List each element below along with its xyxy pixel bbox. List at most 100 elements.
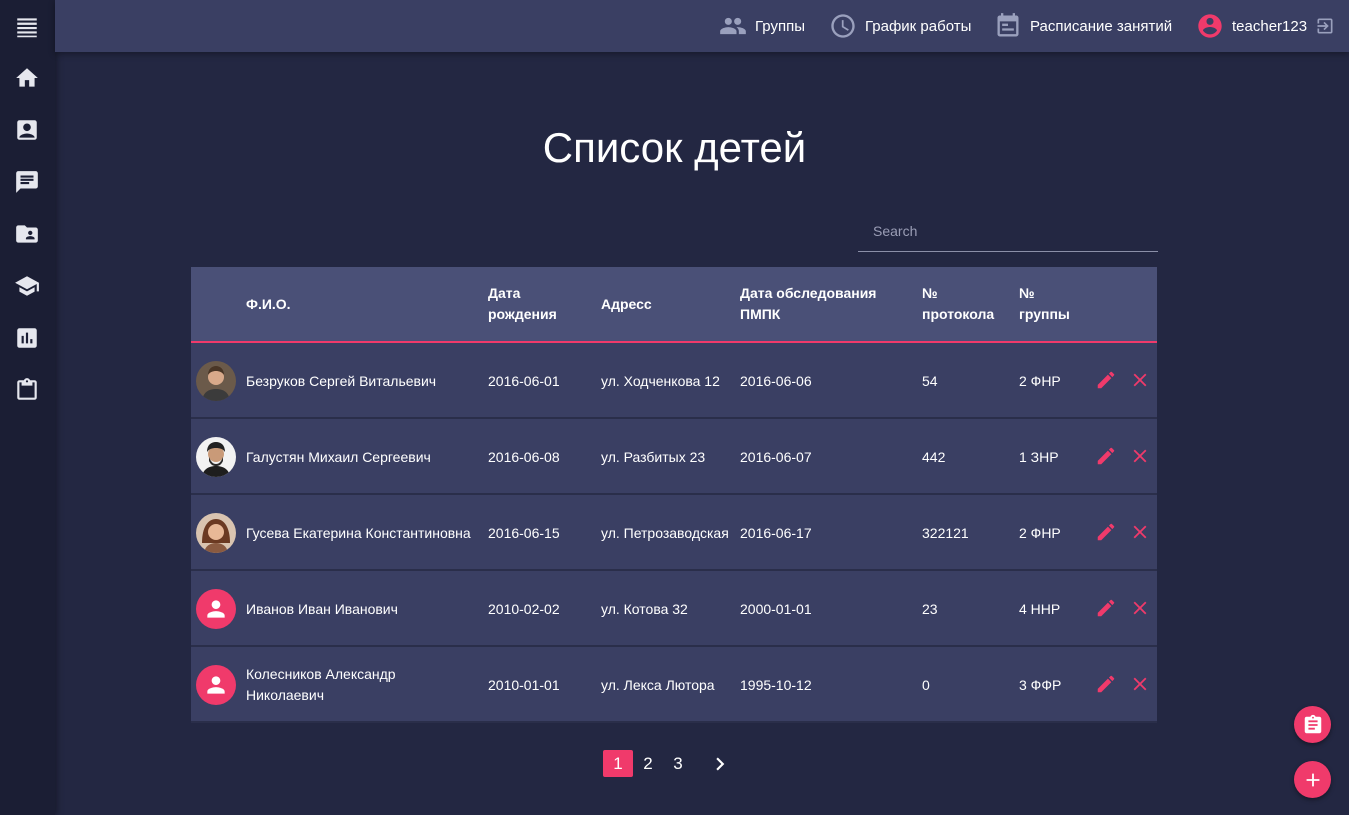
cell-dob: 2010-02-02: [488, 600, 560, 617]
page-title: Список детей: [542, 124, 807, 171]
delete-button[interactable]: [1128, 368, 1152, 392]
table-row[interactable]: Иванов Иван Иванович 2010-02-02 ул. Кото…: [191, 571, 1157, 647]
chat-icon[interactable]: [14, 169, 40, 195]
cell-exam-date: 2016-06-17: [740, 524, 812, 541]
cell-dob: 2016-06-08: [488, 448, 560, 465]
cell-fio: Безруков Сергей Витальевич: [246, 372, 437, 389]
close-icon: [1133, 373, 1147, 387]
pencil-icon: [1097, 371, 1115, 389]
bar-chart-icon[interactable]: [14, 325, 40, 351]
cell-fio: Гусева Екатерина Константиновна: [246, 524, 471, 541]
cell-protocol: 442: [922, 448, 946, 465]
cell-address: ул. Петрозаводская: [601, 524, 729, 541]
cell-address: ул. Котова 32: [601, 600, 688, 617]
delete-button[interactable]: [1128, 520, 1152, 544]
pencil-icon: [1097, 523, 1115, 541]
cell-exam-date: 2016-06-06: [740, 372, 812, 389]
clock-icon: [831, 14, 855, 38]
graduation-cap-icon[interactable]: [14, 273, 40, 299]
pencil-icon: [1097, 599, 1115, 617]
edit-button[interactable]: [1094, 368, 1118, 392]
table-row[interactable]: Галустян Михаил Сергеевич 2016-06-08 ул.…: [191, 419, 1157, 495]
cell-exam-date: 2016-06-07: [740, 448, 812, 465]
nav-groups-label: Группы: [755, 17, 805, 35]
header-protocol[interactable]: № протокола: [922, 267, 1012, 341]
add-child-fab-button[interactable]: [1294, 761, 1331, 798]
cell-address: ул. Разбитых 23: [601, 448, 706, 465]
account-circle-icon: [1198, 14, 1222, 38]
pencil-icon: [1097, 447, 1115, 465]
plus-icon: [1306, 773, 1319, 786]
person-icon: [207, 600, 225, 618]
sidebar: [0, 0, 55, 815]
cell-exam-date: 1995-10-12: [740, 676, 812, 693]
next-page-button[interactable]: [705, 750, 735, 777]
avatar: [196, 437, 236, 477]
nav-work-schedule-label: График работы: [865, 17, 972, 35]
clipboard-icon: [1304, 714, 1321, 733]
children-table: Ф.И.О. Дата рождения Адресс Дата обследо…: [191, 267, 1157, 723]
table-row[interactable]: Гусева Екатерина Константиновна 2016-06-…: [191, 495, 1157, 571]
page-2-button[interactable]: 2: [633, 750, 663, 777]
cell-protocol: 322121: [922, 524, 969, 541]
table-row[interactable]: Безруков Сергей Витальевич 2016-06-01 ул…: [191, 343, 1157, 419]
avatar: [196, 513, 236, 553]
folder-user-icon[interactable]: [14, 221, 40, 247]
page-3-button[interactable]: 3: [663, 750, 693, 777]
cell-dob: 2010-01-01: [488, 676, 560, 693]
header-group[interactable]: № группы: [1019, 267, 1089, 341]
header-dob[interactable]: Дата рождения: [488, 267, 588, 341]
nav-groups[interactable]: Группы: [719, 0, 805, 52]
header-fio[interactable]: Ф.И.О.: [246, 267, 476, 341]
menu-icon[interactable]: [14, 14, 40, 40]
cell-protocol: 23: [922, 600, 938, 617]
cell-group: 3 ФФР: [1019, 676, 1062, 693]
cell-dob: 2016-06-15: [488, 524, 560, 541]
delete-button[interactable]: [1128, 596, 1152, 620]
avatar: [196, 589, 236, 629]
nav-class-schedule[interactable]: Расписание занятий: [994, 0, 1172, 52]
cell-fio: Иванов Иван Иванович: [246, 600, 398, 617]
header-exam-date[interactable]: Дата обследования ПМПК: [740, 267, 910, 341]
edit-button[interactable]: [1094, 596, 1118, 620]
edit-button[interactable]: [1094, 672, 1118, 696]
calendar-icon: [997, 13, 1019, 37]
logout-icon[interactable]: [1315, 16, 1335, 36]
page-1-button[interactable]: 1: [603, 750, 633, 777]
cell-exam-date: 2000-01-01: [740, 600, 812, 617]
home-icon[interactable]: [14, 65, 40, 91]
close-icon: [1133, 601, 1147, 615]
close-icon: [1133, 525, 1147, 539]
cell-fio: Галустян Михаил Сергеевич: [246, 448, 431, 465]
cell-group: 4 ННР: [1019, 600, 1061, 617]
search-input[interactable]: [858, 210, 1158, 251]
table-header: Ф.И.О. Дата рождения Адресс Дата обследо…: [191, 267, 1157, 343]
nav-user[interactable]: teacher123: [1196, 0, 1335, 52]
cell-address: ул. Лекса Лютора: [601, 676, 715, 693]
nav-username: teacher123: [1232, 17, 1308, 35]
edit-button[interactable]: [1094, 520, 1118, 544]
close-icon: [1133, 677, 1147, 691]
cell-protocol: 0: [922, 676, 930, 693]
close-icon: [1133, 449, 1147, 463]
clipboard-fab-button[interactable]: [1294, 706, 1331, 743]
avatar: [196, 361, 236, 401]
people-icon: [720, 17, 746, 35]
edit-button[interactable]: [1094, 444, 1118, 468]
cell-dob: 2016-06-01: [488, 372, 560, 389]
cell-group: 2 ФНР: [1019, 372, 1061, 389]
table-row[interactable]: Колесников Александр Николаевич 2010-01-…: [191, 647, 1157, 723]
top-navbar: Группы График работы Расписание занятий …: [55, 0, 1349, 52]
cell-fio: Колесников Александр Николаевич: [246, 666, 396, 703]
avatar: [196, 665, 236, 705]
delete-button[interactable]: [1128, 444, 1152, 468]
person-icon: [207, 676, 225, 694]
nav-work-schedule[interactable]: График работы: [829, 0, 971, 52]
header-address[interactable]: Адресс: [601, 267, 741, 341]
cell-group: 2 ФНР: [1019, 524, 1061, 541]
cell-group: 1 ЗНР: [1019, 448, 1059, 465]
clipboard-icon[interactable]: [14, 377, 40, 403]
nav-class-schedule-label: Расписание занятий: [1030, 17, 1173, 35]
delete-button[interactable]: [1128, 672, 1152, 696]
cell-address: ул. Ходченкова 12: [601, 372, 720, 389]
